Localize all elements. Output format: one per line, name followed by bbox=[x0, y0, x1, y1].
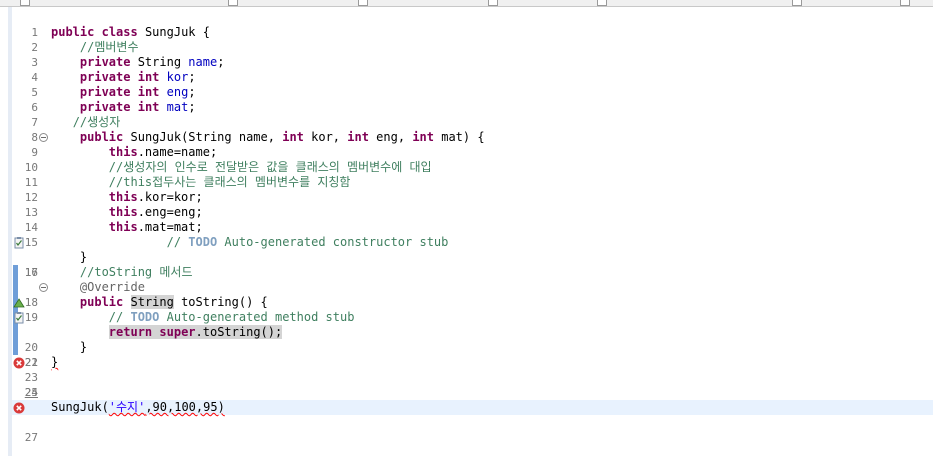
code-line[interactable]: 9 public SungJuk(String name, int kor, i… bbox=[12, 130, 933, 159]
code-line[interactable]: 25 bbox=[12, 370, 933, 399]
code-line[interactable]: 7 private int mat; bbox=[12, 100, 933, 129]
task-marker-icon[interactable] bbox=[12, 311, 25, 324]
code-text: } bbox=[79, 340, 88, 354]
code-text: //멤버변수 bbox=[79, 40, 139, 54]
code-text: // TODO Auto-generated constructor stub bbox=[166, 235, 449, 249]
code-line[interactable]: 13 this.kor=kor; bbox=[12, 190, 933, 219]
line-number: 27 bbox=[24, 431, 38, 444]
change-marker bbox=[13, 325, 18, 340]
error-icon[interactable] bbox=[12, 356, 25, 369]
tab-edge[interactable] bbox=[228, 0, 238, 6]
code-line[interactable]: 12 //this접두사는 클래스의 멤버변수를 지칭함 bbox=[12, 175, 933, 204]
code-line[interactable]: 22 return super.toString(); bbox=[12, 325, 933, 369]
tab-edge[interactable] bbox=[597, 0, 607, 6]
code-text: } bbox=[79, 250, 88, 264]
code-line[interactable]: 4 private String name; bbox=[12, 55, 933, 84]
code-line[interactable]: 17 } bbox=[12, 250, 933, 279]
task-marker-icon[interactable] bbox=[12, 236, 25, 249]
code-line[interactable]: 6 private int eng; bbox=[12, 85, 933, 114]
editor-tab-strip[interactable] bbox=[0, 0, 933, 7]
override-triangle-icon[interactable] bbox=[12, 296, 25, 309]
code-line[interactable]: 15 this.mat=mat; bbox=[12, 220, 933, 249]
code-line[interactable]: 1 bbox=[12, 10, 933, 39]
tab-edge[interactable] bbox=[900, 0, 910, 6]
code-text: //this접두사는 클래스의 멤버변수를 지칭함 bbox=[108, 175, 351, 189]
code-line[interactable]: 16 // TODO Auto-generated constructor st… bbox=[12, 235, 933, 279]
code-line[interactable]: 21 // TODO Auto-generated method stub bbox=[12, 310, 933, 369]
code-text: //생성자의 인수로 전달받은 값을 클래스의 멤버변수에 대입 bbox=[108, 160, 432, 174]
code-text: this.name=name; bbox=[108, 145, 218, 159]
code-text: return super.toString(); bbox=[108, 325, 283, 339]
change-marker bbox=[13, 340, 18, 355]
code-text: public class SungJuk { bbox=[51, 25, 210, 39]
code-line[interactable]: 10 this.name=name; bbox=[12, 145, 933, 174]
code-text: //toString 메서드 bbox=[79, 265, 193, 279]
code-text: this.mat=mat; bbox=[108, 220, 203, 234]
code-line[interactable]: 20 public String toString() { bbox=[12, 295, 933, 354]
code-text: private int eng; bbox=[79, 85, 196, 99]
code-line[interactable]: 19 @Override bbox=[12, 280, 933, 324]
code-text: this.kor=kor; bbox=[108, 190, 203, 204]
code-line[interactable]: 5 private int kor; bbox=[12, 70, 933, 99]
code-text: SungJuk('수지',90,100,95) bbox=[51, 400, 225, 414]
code-line[interactable]: 18 //toString 메서드 bbox=[12, 265, 933, 309]
tab-edge[interactable] bbox=[358, 0, 368, 6]
code-text: private int kor; bbox=[79, 70, 196, 84]
tab-edge[interactable] bbox=[488, 0, 498, 6]
code-line[interactable]: 8 //생성자 bbox=[12, 115, 933, 144]
current-code-line[interactable]: 27 SungJuk('수지',90,100,95) bbox=[12, 400, 933, 444]
tab-edge[interactable] bbox=[792, 0, 802, 6]
fold-collapse-icon[interactable] bbox=[39, 283, 48, 292]
code-line[interactable]: 24 } bbox=[12, 355, 933, 399]
change-marker bbox=[13, 265, 18, 280]
change-marker bbox=[13, 280, 18, 295]
code-text: //생성자 bbox=[72, 115, 121, 129]
error-icon[interactable] bbox=[12, 401, 25, 414]
code-line[interactable]: 26 bbox=[12, 385, 933, 414]
fold-collapse-icon[interactable] bbox=[39, 133, 48, 142]
code-line[interactable]: 23 } bbox=[12, 340, 933, 384]
code-text: @Override bbox=[79, 280, 145, 294]
code-text: } bbox=[51, 355, 59, 369]
code-line[interactable]: 3 //멤버변수 bbox=[12, 40, 933, 69]
code-text: private int mat; bbox=[79, 100, 196, 114]
java-source-editor[interactable]: 1 2 public class SungJuk { 3 //멤버변수 4 pr… bbox=[12, 7, 933, 456]
code-text: private String name; bbox=[79, 55, 225, 69]
tab-edge[interactable] bbox=[20, 0, 30, 6]
code-text: // TODO Auto-generated method stub bbox=[108, 310, 355, 324]
code-line[interactable]: 2 public class SungJuk { bbox=[12, 25, 933, 54]
code-line[interactable]: 11 //생성자의 인수로 전달받은 값을 클래스의 멤버변수에 대입 bbox=[12, 160, 933, 189]
code-text: public SungJuk(String name, int kor, int… bbox=[79, 130, 485, 144]
code-text: this.eng=eng; bbox=[108, 205, 203, 219]
code-text: public String toString() { bbox=[79, 295, 268, 309]
code-line[interactable]: 14 this.eng=eng; bbox=[12, 205, 933, 234]
